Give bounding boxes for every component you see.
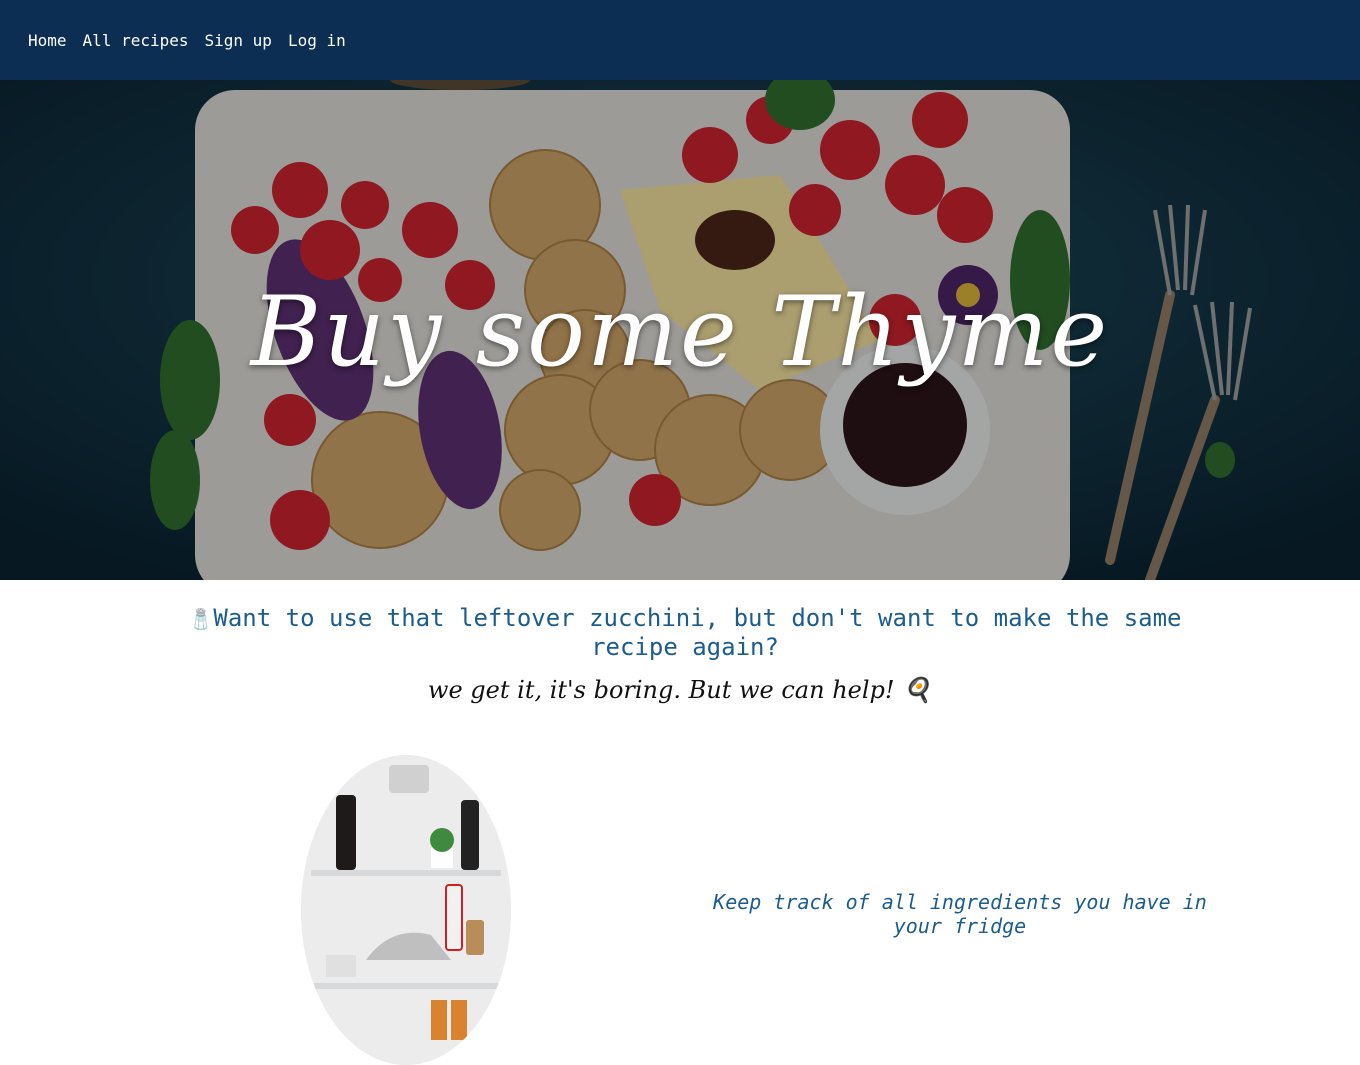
hero-title: Buy some Thyme — [250, 276, 1110, 388]
nav-link-home[interactable]: Home — [28, 31, 67, 50]
fridge-illustration — [301, 755, 511, 1065]
fridge-image — [301, 755, 511, 1065]
nav-link-sign-up[interactable]: Sign up — [205, 31, 272, 50]
nav-link-log-in[interactable]: Log in — [288, 31, 346, 50]
feature-text: Keep track of all ingredients you have i… — [713, 890, 1207, 938]
nav-link-all-recipes[interactable]: All recipes — [83, 31, 189, 50]
intro-question-text: Want to use that leftover zucchini, but … — [213, 604, 1182, 661]
intro-question: 🧂Want to use that leftover zucchini, but… — [180, 604, 1190, 661]
salt-shaker-icon: 🧂 — [188, 607, 214, 631]
navbar: Home All recipes Sign up Log in — [0, 0, 1360, 80]
tagline: we get it, it's boring. But we can help!… — [427, 676, 933, 704]
hero-banner: Buy some Thyme — [0, 80, 1360, 580]
